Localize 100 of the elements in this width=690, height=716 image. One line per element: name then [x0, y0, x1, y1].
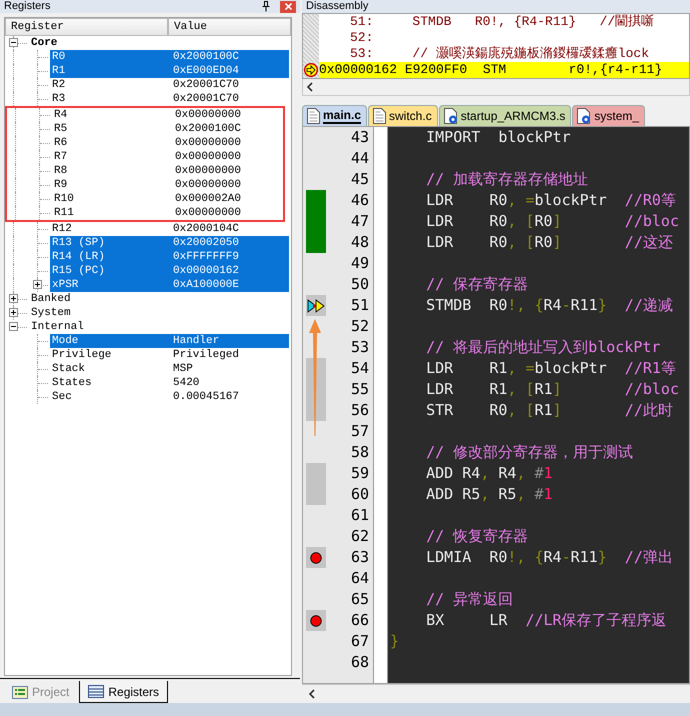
column-header[interactable]: Register [5, 18, 168, 36]
horizontal-scrollbar[interactable] [302, 79, 690, 96]
file-tab[interactable]: switch.c [368, 105, 438, 126]
line-number: 47 [350, 211, 370, 232]
code-line: LDMIA R0!, {R4-R11} //弹出 [425, 547, 674, 568]
line-number: 52 [350, 316, 370, 337]
panel-title: Registers [4, 0, 50, 13]
register-row[interactable]: Sec 0.00045167 [50, 390, 289, 404]
register-row[interactable]: R12 0x2000104C [50, 222, 289, 236]
register-row[interactable]: xPSR 0xA100000E [50, 278, 289, 292]
line-number: 67 [350, 631, 370, 652]
register-row[interactable]: R1 0xE000ED04 [50, 64, 289, 78]
register-row[interactable]: R15 (PC) 0x00000162 [50, 264, 289, 278]
code-line: LDR R1, =blockPtr //R1等 [425, 358, 677, 379]
column-header[interactable]: Value [168, 18, 291, 36]
line-number: 55 [350, 379, 370, 400]
document-gear-icon [577, 108, 592, 124]
tree-group-label[interactable]: Internal [29, 320, 84, 334]
tree-group-label[interactable]: System [29, 306, 71, 320]
register-row[interactable]: R6 0x00000000 [52, 136, 281, 150]
line-number: 61 [350, 505, 370, 526]
line-number: 59 [350, 463, 370, 484]
register-value: 0.00045167 [173, 390, 240, 404]
code-line: // 保存寄存器 [425, 274, 530, 295]
register-value: 0x2000100C [175, 122, 242, 136]
line-number: 50 [350, 274, 370, 295]
line-number: 60 [350, 484, 370, 505]
line-number: 57 [350, 421, 370, 442]
register-row[interactable]: R3 0x20001C70 [50, 92, 289, 106]
register-row[interactable]: R14 (LR) 0xFFFFFFF9 [50, 250, 289, 264]
tree-group-label[interactable]: Banked [29, 292, 71, 306]
line-number: 53 [350, 337, 370, 358]
code-line: IMPORT blockPtr [425, 127, 572, 148]
line-number: 63 [350, 547, 370, 568]
register-value: 0xE000ED04 [173, 64, 240, 78]
register-value: 0xA100000E [173, 278, 240, 292]
pin-icon[interactable] [262, 1, 270, 12]
register-row[interactable]: Stack MSP [50, 362, 289, 376]
close-icon [284, 3, 292, 10]
breakpoint-icon[interactable] [310, 552, 322, 564]
scroll-left-icon[interactable] [306, 82, 313, 92]
register-row[interactable]: States 5420 [50, 376, 289, 390]
code-line: LDR R0, [R0] //bloc [425, 211, 680, 232]
code-line: // 将最后的地址写入到blockPtr [425, 337, 662, 358]
register-name: R14 (LR) [52, 250, 106, 264]
register-name: Mode [52, 334, 80, 348]
expand-icon[interactable] [33, 280, 42, 289]
register-value: Handler [173, 334, 220, 348]
register-row[interactable]: R0 0x2000100C [50, 50, 289, 64]
register-value: 0x00000000 [175, 136, 242, 150]
code-line: // 加载寄存器存储地址 [425, 169, 590, 190]
line-number: 45 [350, 169, 370, 190]
register-value: 0x20001C70 [173, 92, 240, 106]
collapse-icon[interactable] [9, 38, 18, 47]
code-line: // 修改部分寄存器，用于测试 [425, 442, 634, 463]
collapse-icon[interactable] [9, 322, 18, 331]
register-name: R6 [54, 136, 68, 150]
scroll-left-icon[interactable] [308, 689, 315, 699]
register-row[interactable]: R8 0x00000000 [52, 164, 281, 178]
tree-group-label[interactable]: Core [29, 36, 58, 50]
register-name: R10 [54, 192, 75, 206]
register-row[interactable]: R5 0x2000100C [52, 122, 281, 136]
code-line: ADD R4, R4, #1 [425, 463, 554, 484]
line-number: 65 [350, 589, 370, 610]
register-row[interactable]: Privilege Privileged [50, 348, 289, 362]
register-name: States [52, 376, 93, 390]
register-name: Stack [52, 362, 86, 376]
expand-icon[interactable] [9, 308, 18, 317]
source-line: 51: STMDB R0!, {R4-R11} //閫掑噺 [349, 14, 656, 30]
register-value: 5420 [173, 376, 200, 390]
register-row[interactable]: R4 0x00000000 [52, 108, 281, 122]
register-row[interactable]: R2 0x20001C70 [50, 78, 289, 92]
register-row[interactable]: R10 0x000002A0 [52, 192, 281, 206]
line-number: 48 [350, 232, 370, 253]
register-row[interactable]: R13 (SP) 0x20002050 [50, 236, 289, 250]
register-row[interactable]: R11 0x00000000 [52, 206, 281, 220]
line-number: 43 [350, 127, 370, 148]
register-name: R11 [54, 206, 75, 220]
register-name: Sec [52, 390, 73, 404]
register-name: R3 [52, 92, 66, 106]
register-value: 0x00000000 [175, 150, 242, 164]
register-name: R0 [52, 50, 66, 64]
register-row[interactable]: R9 0x00000000 [52, 178, 281, 192]
file-tab[interactable]: startup_ARMCM3.s [438, 105, 572, 126]
file-tab[interactable]: system_ [572, 105, 646, 126]
code-line: // 恢复寄存器 [425, 526, 530, 547]
line-number: 68 [350, 652, 370, 673]
close-button[interactable] [280, 0, 296, 12]
register-row[interactable]: R7 0x00000000 [52, 150, 281, 164]
register-value: 0x20001C70 [173, 78, 240, 92]
file-tab[interactable]: main.c [302, 105, 368, 126]
line-number: 56 [350, 400, 370, 421]
panel-tab[interactable]: Registers [79, 681, 168, 703]
source-line: 52: [349, 30, 374, 46]
register-value: 0xFFFFFFF9 [173, 250, 240, 264]
breakpoint-icon[interactable] [310, 614, 322, 626]
project-window-icon [12, 686, 28, 698]
expand-icon[interactable] [9, 294, 18, 303]
register-row[interactable]: Mode Handler [50, 334, 289, 348]
code-line: // 异常返回 [425, 589, 514, 610]
